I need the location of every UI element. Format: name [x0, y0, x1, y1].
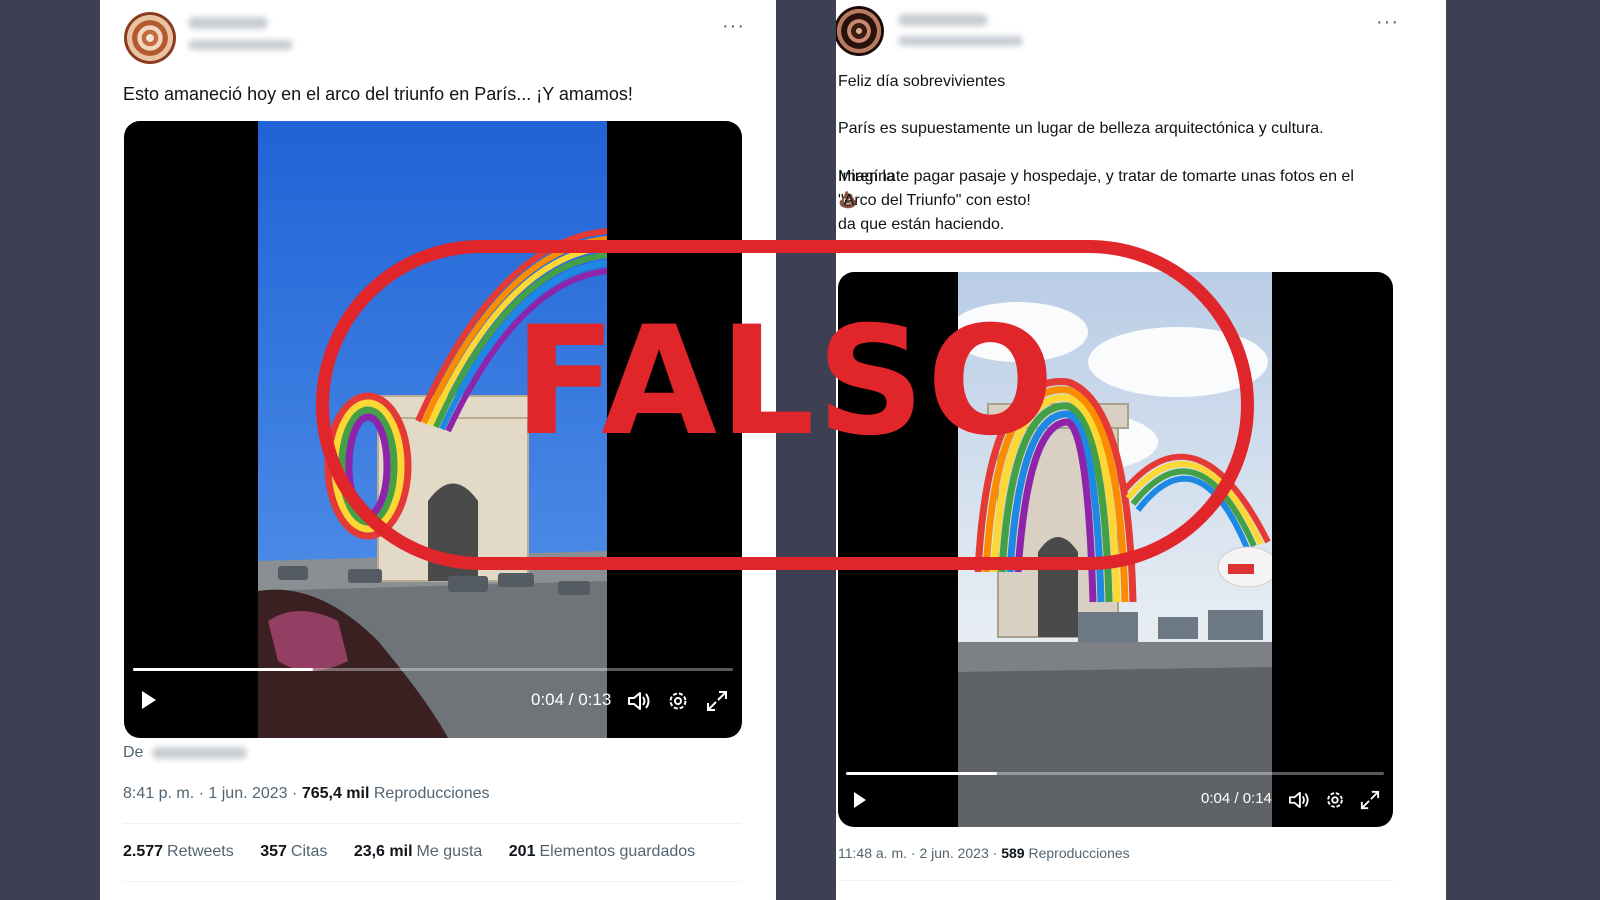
tweet-text-line: "Arco del Triunfo" con esto!	[838, 192, 1031, 209]
meta-separator: ·	[198, 785, 204, 802]
falso-stamp: FALSO	[316, 240, 1254, 570]
tweet-date[interactable]: 2 jun. 2023	[919, 845, 988, 861]
video-progress-bar[interactable]	[133, 668, 733, 671]
tweet-stats: 2.577 Retweets 357 Citas 23,6 mil Me gusta …	[123, 843, 717, 861]
more-icon[interactable]: ···	[1376, 12, 1399, 32]
divider	[123, 881, 741, 882]
meta-separator: ·	[292, 785, 298, 802]
fullscreen-icon[interactable]	[1360, 790, 1380, 815]
source-name-blurred[interactable]	[151, 747, 247, 759]
stat-likes[interactable]: 23,6 mil Me gusta	[354, 843, 483, 860]
gear-icon[interactable]	[1324, 789, 1346, 816]
author-handle-blurred[interactable]	[188, 40, 293, 50]
views-label: Reproducciones	[373, 785, 490, 802]
source-line: De	[123, 744, 247, 762]
avatar[interactable]	[836, 6, 884, 56]
tweet-text-line: Feliz día sobrevivientes	[838, 73, 1006, 90]
video-controls: 0:04 / 0:13	[124, 668, 742, 738]
divider	[123, 823, 741, 824]
video-time: 0:04 / 0:14	[1201, 790, 1272, 807]
author-handle-blurred[interactable]	[898, 36, 1023, 46]
tweet-text-line: Imagínate pagar pasaje y hospedaje, y tr…	[838, 168, 1354, 185]
meta-separator: ·	[910, 845, 916, 861]
text-fragment: da que están haciendo.	[838, 216, 1005, 233]
fullscreen-icon[interactable]	[706, 690, 728, 717]
views-count: 589	[1001, 845, 1025, 861]
video-controls: 0:04 / 0:14	[838, 767, 1393, 827]
more-icon[interactable]: ···	[722, 16, 745, 36]
tweet-meta: 11:48 a. m. · 2 jun. 2023 · 589 Reproduc…	[838, 845, 1130, 861]
tweet-time[interactable]: 11:48 a. m.	[838, 845, 907, 861]
tweet-meta: 8:41 p. m. · 1 jun. 2023 · 765,4 mil Rep…	[123, 785, 490, 803]
play-icon[interactable]	[852, 791, 868, 814]
avatar[interactable]	[124, 12, 176, 64]
video-progress-bar[interactable]	[846, 772, 1384, 775]
play-icon[interactable]	[140, 690, 158, 715]
stat-retweets[interactable]: 2.577 Retweets	[123, 843, 234, 860]
stat-quotes[interactable]: 357 Citas	[260, 843, 327, 860]
falso-stamp-text: FALSO	[513, 295, 1057, 469]
tweet-text-line: París es supuestamente un lugar de belle…	[838, 120, 1324, 137]
tweet-date[interactable]: 1 jun. 2023	[208, 785, 287, 802]
meta-separator: ·	[992, 845, 998, 861]
volume-icon[interactable]	[1288, 790, 1310, 815]
divider	[838, 880, 1393, 881]
source-prefix: De	[123, 744, 144, 761]
author-name-blurred[interactable]	[188, 17, 268, 29]
video-time: 0:04 / 0:13	[531, 690, 612, 709]
volume-icon[interactable]	[627, 690, 651, 717]
author-name-blurred[interactable]	[898, 14, 988, 26]
gear-icon[interactable]	[666, 689, 690, 718]
tweet-time[interactable]: 8:41 p. m.	[123, 785, 194, 802]
video-progress-fill	[846, 772, 997, 775]
stat-bookmarks[interactable]: 201 Elementos guardados	[509, 843, 695, 860]
views-label: Reproducciones	[1028, 845, 1130, 861]
video-progress-fill	[133, 668, 313, 671]
views-count: 765,4 mil	[301, 785, 370, 802]
tweet-text: Esto amaneció hoy en el arco del triunfo…	[123, 84, 633, 104]
